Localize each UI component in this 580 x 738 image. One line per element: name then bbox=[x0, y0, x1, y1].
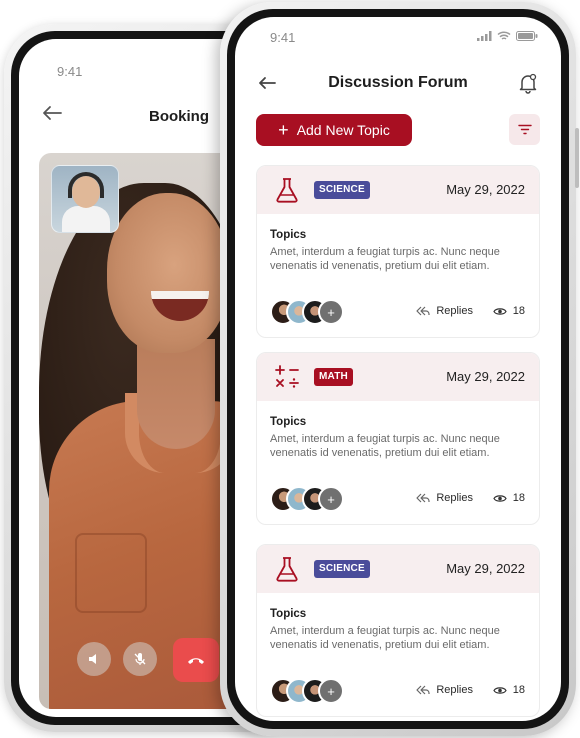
status-icons bbox=[477, 31, 538, 41]
status-time: 9:41 bbox=[270, 30, 296, 45]
views-count: 18 bbox=[493, 492, 525, 504]
topic-card-header: SCIENCE May 29, 2022 bbox=[257, 545, 539, 593]
speaker-icon bbox=[89, 654, 96, 664]
topic-date: May 29, 2022 bbox=[446, 369, 525, 384]
views-count: 18 bbox=[493, 305, 525, 317]
headphones-icon bbox=[68, 172, 104, 198]
flask-icon bbox=[276, 557, 298, 582]
forum-screen: 9:41 Discussion Forum + Add New Topic SC… bbox=[235, 17, 561, 721]
subject-badge: SCIENCE bbox=[314, 181, 370, 199]
signal-icon bbox=[477, 31, 492, 41]
topic-card[interactable]: SCIENCE May 29, 2022 Topics Amet, interd… bbox=[256, 165, 540, 338]
end-call-button[interactable] bbox=[173, 638, 219, 682]
views-value: 18 bbox=[512, 305, 525, 317]
replies-link[interactable]: Replies bbox=[416, 684, 473, 696]
eye-icon bbox=[493, 686, 507, 694]
notification-bell-icon[interactable] bbox=[517, 72, 539, 94]
video-person-face bbox=[107, 193, 229, 353]
battery-icon bbox=[516, 31, 538, 41]
wifi-icon bbox=[497, 31, 511, 40]
reply-all-icon bbox=[416, 685, 430, 695]
replies-label: Replies bbox=[436, 684, 473, 696]
math-symbols-icon bbox=[275, 365, 299, 388]
replies-label: Replies bbox=[436, 305, 473, 317]
topic-card[interactable]: MATH May 29, 2022 Topics Amet, interdum … bbox=[256, 352, 540, 525]
topic-date: May 29, 2022 bbox=[446, 561, 525, 576]
more-participants-icon[interactable]: + bbox=[318, 678, 344, 704]
topic-description: Amet, interdum a feugiat turpis ac. Nunc… bbox=[270, 246, 500, 272]
more-participants-icon[interactable]: + bbox=[318, 299, 344, 325]
topic-card-header: SCIENCE May 29, 2022 bbox=[257, 166, 539, 214]
self-view-body bbox=[62, 206, 110, 232]
add-new-topic-button[interactable]: + Add New Topic bbox=[256, 114, 412, 146]
topic-title: Topics bbox=[270, 608, 307, 620]
mic-off-icon bbox=[134, 653, 146, 665]
topic-description: Amet, interdum a feugiat turpis ac. Nunc… bbox=[270, 625, 500, 651]
more-participants-icon[interactable]: + bbox=[318, 486, 344, 512]
filter-icon bbox=[517, 124, 532, 135]
plus-icon: + bbox=[278, 120, 289, 140]
mockup-stage: 9:41 Booking 9:41 Discussion Forum + Add… bbox=[0, 0, 580, 738]
reply-all-icon bbox=[416, 493, 430, 503]
subject-badge: SCIENCE bbox=[314, 560, 370, 578]
subject-badge: MATH bbox=[314, 368, 353, 386]
topic-description: Amet, interdum a feugiat turpis ac. Nunc… bbox=[270, 433, 500, 459]
status-time: 9:41 bbox=[57, 64, 83, 79]
page-title: Discussion Forum bbox=[328, 74, 468, 91]
participant-avatars: + bbox=[270, 678, 350, 704]
mute-button[interactable] bbox=[123, 642, 157, 676]
side-button bbox=[575, 128, 579, 188]
views-value: 18 bbox=[512, 684, 525, 696]
add-new-topic-label: Add New Topic bbox=[296, 122, 390, 138]
participant-avatars: + bbox=[270, 299, 350, 325]
topic-card-header: MATH May 29, 2022 bbox=[257, 353, 539, 401]
replies-link[interactable]: Replies bbox=[416, 305, 473, 317]
phone-hangup-icon bbox=[188, 658, 204, 664]
topic-card[interactable]: SCIENCE May 29, 2022 Topics Amet, interd… bbox=[256, 544, 540, 717]
forum-phone: 9:41 Discussion Forum + Add New Topic SC… bbox=[220, 2, 579, 736]
replies-link[interactable]: Replies bbox=[416, 492, 473, 504]
filter-button[interactable] bbox=[509, 114, 540, 145]
replies-label: Replies bbox=[436, 492, 473, 504]
eye-icon bbox=[493, 494, 507, 502]
participant-avatars: + bbox=[270, 486, 350, 512]
page-title: Booking bbox=[149, 108, 209, 125]
self-view-thumbnail[interactable] bbox=[51, 165, 119, 233]
reply-all-icon bbox=[416, 306, 430, 316]
video-person-neck bbox=[137, 339, 215, 449]
flask-icon bbox=[276, 178, 298, 203]
views-value: 18 bbox=[512, 492, 525, 504]
views-count: 18 bbox=[493, 684, 525, 696]
video-person-pocket bbox=[75, 533, 147, 613]
topic-title: Topics bbox=[270, 229, 307, 241]
topic-title: Topics bbox=[270, 416, 307, 428]
eye-icon bbox=[493, 307, 507, 315]
speaker-button[interactable] bbox=[77, 642, 111, 676]
topic-date: May 29, 2022 bbox=[446, 182, 525, 197]
back-arrow-icon[interactable] bbox=[41, 105, 63, 121]
